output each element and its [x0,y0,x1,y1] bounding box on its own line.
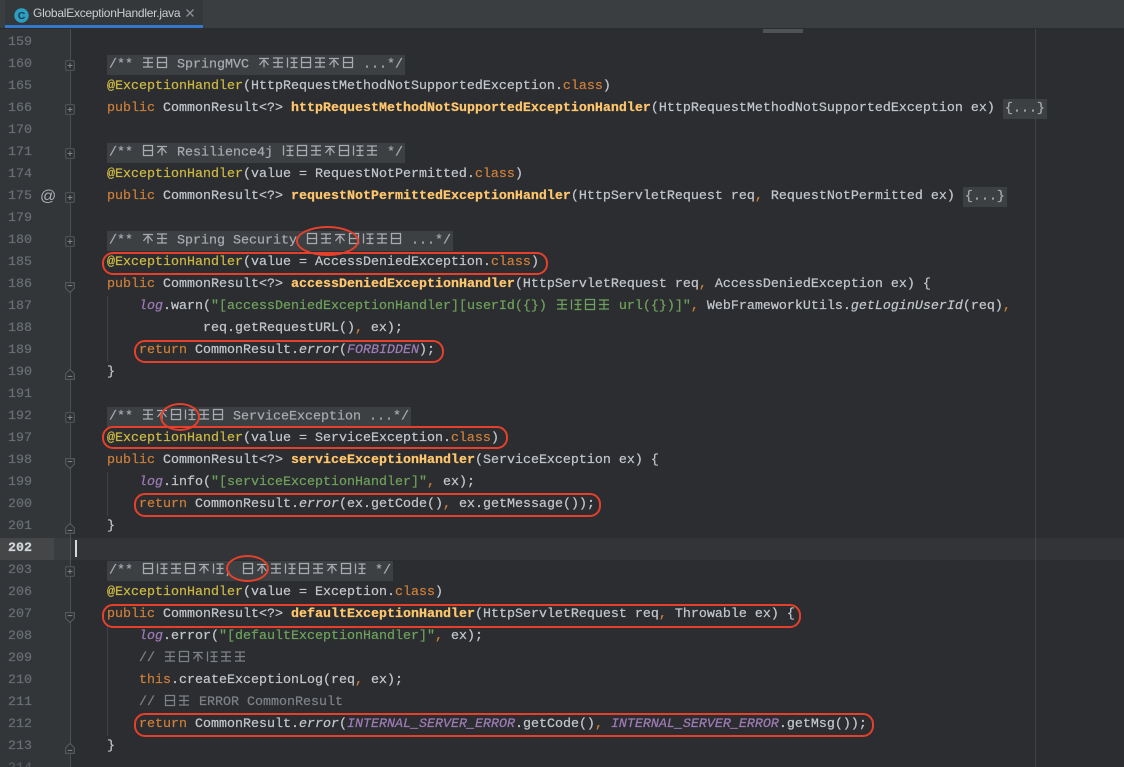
svg-text:C: C [18,10,26,22]
